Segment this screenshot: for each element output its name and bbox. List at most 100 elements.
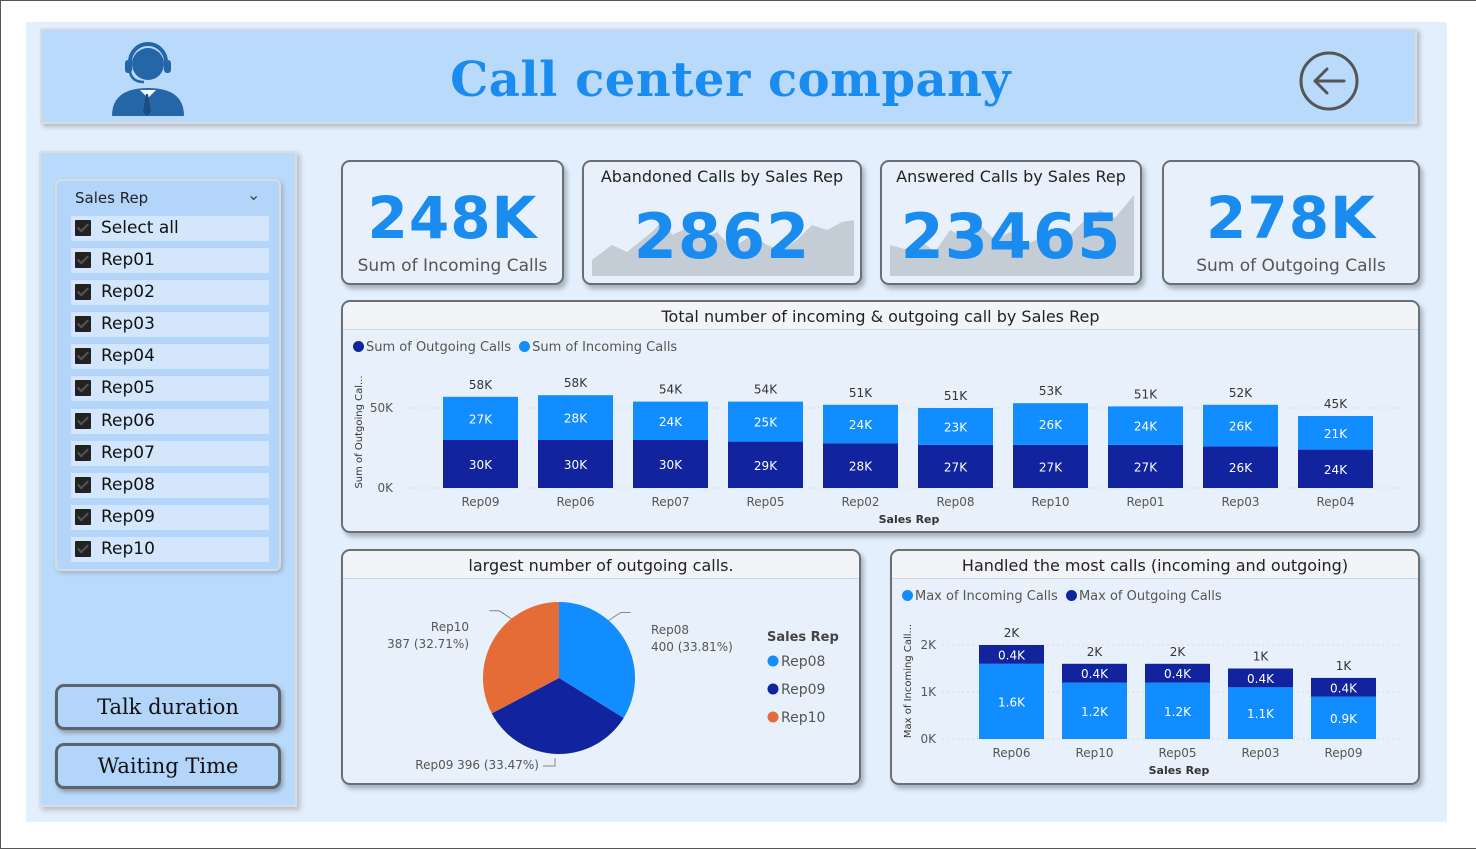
data-label: 24K (1324, 463, 1348, 477)
x-tick-label: Rep10 (1075, 746, 1113, 760)
x-tick-label: Rep07 (651, 495, 689, 509)
slicer-item-rep04[interactable]: Rep04 (71, 344, 269, 369)
stacked-bar-chart: 0K 1K 2K Max of Incoming Call... Sales Rep 1.… (903, 624, 1402, 777)
total-label: 58K (564, 376, 588, 390)
total-label: 1K (1253, 650, 1270, 664)
total-label: 58K (469, 378, 493, 392)
chart-title: Handled the most calls (incoming and out… (961, 556, 1349, 575)
data-label: 24K (849, 418, 873, 432)
slicer-item-label: Rep10 (101, 539, 155, 559)
slicer-item-label: Rep07 (101, 443, 155, 463)
data-label: 0.4K (1330, 681, 1358, 695)
y-axis-title: Max of Incoming Call... (903, 624, 914, 738)
data-label: 26K (1039, 418, 1063, 432)
legend-item[interactable]: Sum of Outgoing Calls (353, 340, 511, 355)
chevron-down-icon[interactable]: ⌄ (247, 185, 260, 204)
x-tick-label: Rep08 (936, 495, 974, 509)
chart-legend: Max of Incoming Calls Max of Outgoing Ca… (902, 589, 1222, 604)
checkbox[interactable] (75, 348, 91, 364)
slicer-item-rep07[interactable]: Rep07 (71, 441, 269, 466)
y-tick-label: 2K (920, 638, 937, 652)
slicer-item-select-all[interactable]: Select all (71, 216, 269, 241)
data-label: 28K (849, 460, 873, 474)
checkbox[interactable] (75, 316, 91, 332)
legend-label: Max of Incoming Calls (915, 589, 1058, 604)
data-label: 27K (1134, 460, 1158, 474)
legend-item[interactable]: Sum of Incoming Calls (515, 340, 677, 355)
checkbox[interactable] (75, 220, 91, 236)
data-label: 0.4K (1247, 672, 1275, 686)
x-tick-label: Rep04 (1316, 495, 1354, 509)
kpi-value: 278K (1205, 184, 1376, 252)
x-tick-label: Rep06 (556, 495, 594, 509)
data-label: 24K (659, 415, 683, 429)
slicer-item-rep08[interactable]: Rep08 (71, 473, 269, 498)
total-label: 51K (1134, 387, 1158, 401)
chart-title: Total number of incoming & outgoing call… (661, 307, 1100, 326)
waiting-time-button[interactable]: Waiting Time (55, 743, 281, 789)
slice-name-label: Rep08 (651, 623, 689, 637)
data-label: 24K (1134, 420, 1158, 434)
slicer-item-label: Rep02 (101, 282, 155, 302)
back-arrow-icon[interactable] (1298, 50, 1360, 112)
incoming-outgoing-chart-card: Total number of incoming & outgoing call… (341, 300, 1420, 533)
checkbox[interactable] (75, 477, 91, 493)
legend-marker (767, 655, 779, 667)
checkbox[interactable] (75, 252, 91, 268)
slice-value-label: 387 (32.71%) (387, 637, 469, 651)
legend-marker (519, 341, 531, 352)
sales-rep-slicer: Sales Rep ⌄ Select all Rep01 Rep02 Rep03… (55, 179, 281, 571)
legend-label: Rep09 (781, 682, 825, 698)
legend-title: Sales Rep (767, 630, 839, 645)
checkbox[interactable] (75, 445, 91, 461)
legend-marker (1065, 590, 1077, 601)
data-label: 28K (564, 412, 588, 426)
data-label: 27K (944, 460, 968, 474)
checkbox[interactable] (75, 509, 91, 525)
legend-item[interactable]: Max of Outgoing Calls (1062, 589, 1222, 604)
slicer-item-rep05[interactable]: Rep05 (71, 376, 269, 401)
data-label: 26K (1229, 420, 1253, 434)
slicer-item-rep02[interactable]: Rep02 (71, 280, 269, 305)
kpi-value: 2862 (633, 200, 811, 273)
data-label: 26K (1229, 461, 1253, 475)
checkbox[interactable] (75, 413, 91, 429)
page-title: Call center company (450, 52, 1011, 108)
data-label: 30K (659, 458, 683, 472)
chart-title: largest number of outgoing calls. (468, 556, 734, 575)
x-axis-title: Sales Rep (879, 513, 940, 526)
legend-marker (353, 341, 364, 352)
talk-duration-button[interactable]: Talk duration (55, 684, 281, 730)
legend-label: Rep08 (781, 654, 825, 670)
legend-marker (767, 711, 779, 723)
data-label: 27K (1039, 460, 1063, 474)
slicer-item-rep09[interactable]: Rep09 (71, 505, 269, 530)
data-label: 27K (469, 412, 493, 426)
kpi-card-outgoing: 278K Sum of Outgoing Calls (1162, 160, 1420, 285)
checkbox[interactable] (75, 380, 91, 396)
slicer-item-rep03[interactable]: Rep03 (71, 312, 269, 337)
legend-item[interactable]: Max of Incoming Calls (902, 589, 1058, 604)
kpi-title: Answered Calls by Sales Rep (896, 167, 1126, 186)
x-axis-title: Sales Rep (1149, 764, 1210, 777)
x-tick-label: Rep06 (992, 746, 1030, 760)
slicer-item-label: Rep04 (101, 346, 155, 366)
y-tick-label: 1K (920, 685, 937, 699)
slice-value-label: Rep09 396 (33.47%) (415, 758, 539, 772)
legend-marker (902, 590, 913, 601)
kpi-label: Sum of Incoming Calls (357, 256, 548, 276)
leader-line (608, 611, 631, 621)
slicer-item-rep01[interactable]: Rep01 (71, 248, 269, 273)
data-label: 1.1K (1247, 707, 1275, 721)
slicer-item-rep10[interactable]: Rep10 (71, 537, 269, 562)
data-label: 0.4K (998, 648, 1026, 662)
slice-value-label: 400 (33.81%) (651, 640, 733, 654)
x-tick-label: Rep02 (841, 495, 879, 509)
kpi-value: 248K (367, 184, 538, 252)
slice-name-label: Rep10 (431, 620, 469, 634)
slicer-item-label: Select all (101, 218, 179, 238)
y-tick-label: 0K (920, 732, 937, 746)
checkbox[interactable] (75, 541, 91, 557)
slicer-item-rep06[interactable]: Rep06 (71, 409, 269, 434)
checkbox[interactable] (75, 284, 91, 300)
